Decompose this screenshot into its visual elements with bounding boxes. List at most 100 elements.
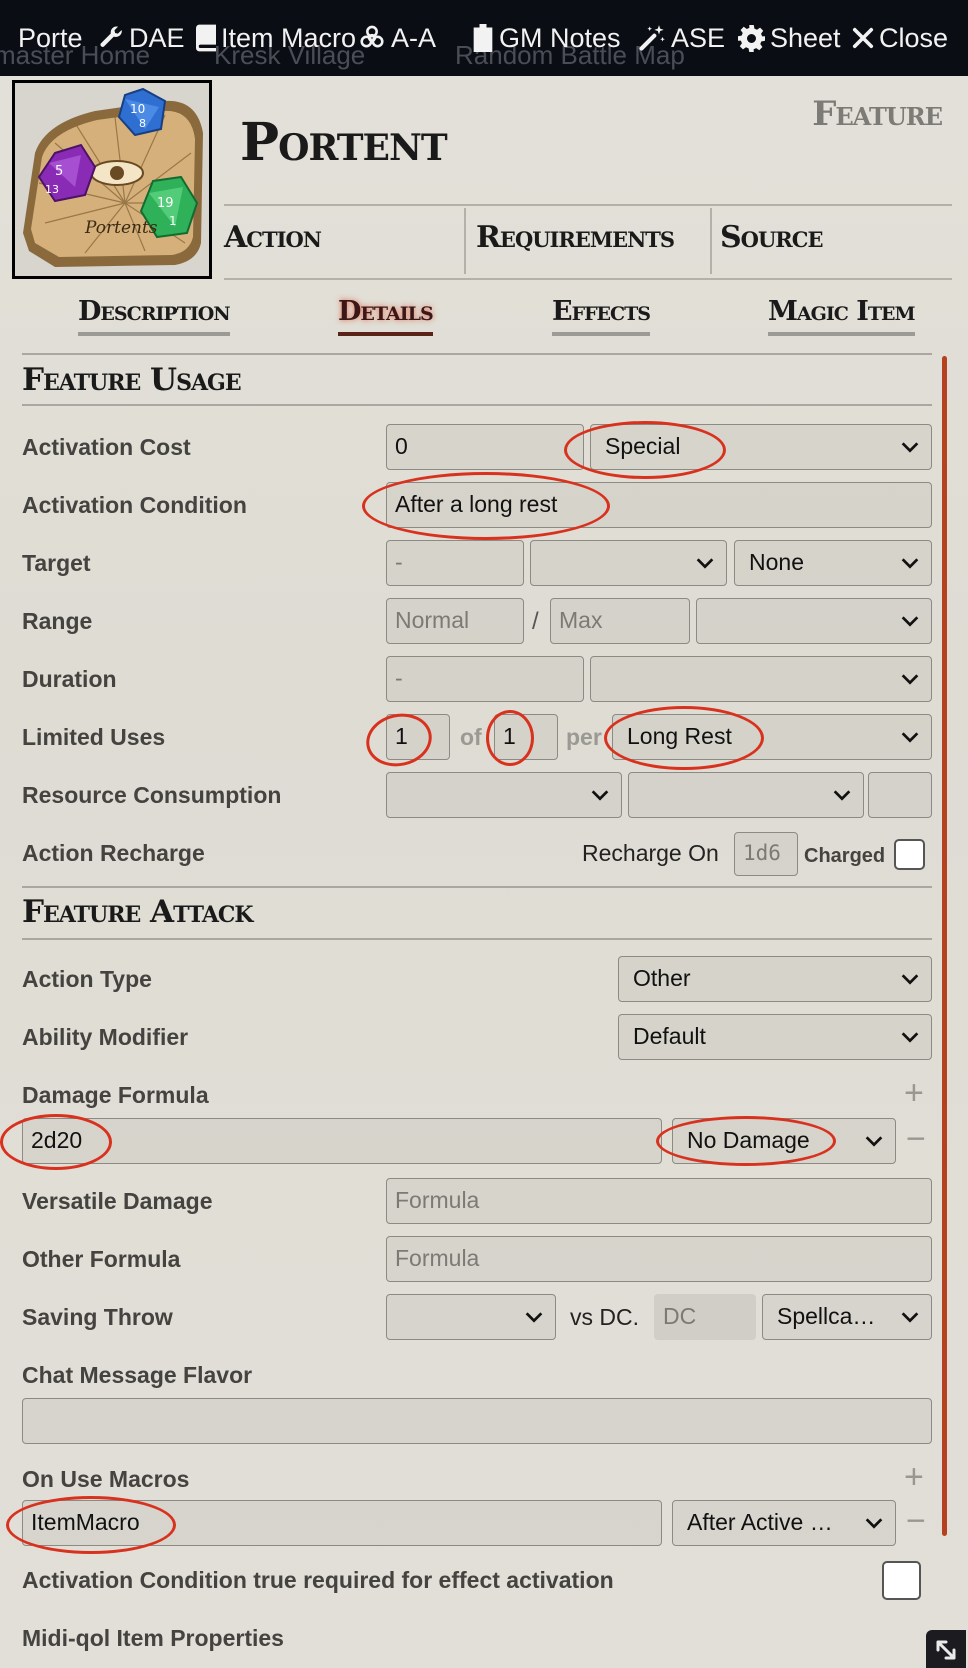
other-formula-input[interactable]: Formula bbox=[386, 1236, 932, 1282]
item-image[interactable]: 10 8 5 13 19 1 Portents bbox=[12, 80, 212, 279]
recharge-on-label: Recharge On bbox=[582, 840, 719, 866]
ability-modifier-label: Ability Modifier bbox=[22, 1024, 189, 1050]
tab-description[interactable]: Description bbox=[78, 296, 231, 336]
uses-of-label: of bbox=[460, 724, 482, 750]
ability-modifier-select[interactable]: Default bbox=[618, 1014, 932, 1060]
other-formula-label: Other Formula bbox=[22, 1246, 181, 1272]
resource-consumption-label: Resource Consumption bbox=[22, 782, 282, 808]
remove-damage-button[interactable]: − bbox=[906, 1122, 926, 1156]
item-macro-button[interactable]: Item Macro bbox=[196, 18, 356, 58]
book-icon bbox=[196, 24, 216, 52]
annotation-circle bbox=[564, 421, 726, 479]
on-use-macros-label: On Use Macros bbox=[22, 1466, 190, 1492]
window-header: master Home Kresk Village Random Battle … bbox=[0, 0, 968, 76]
range-label: Range bbox=[22, 608, 93, 634]
range-units-select[interactable] bbox=[696, 598, 932, 644]
tab-details[interactable]: Details bbox=[338, 296, 434, 336]
add-macro-button[interactable]: + bbox=[904, 1460, 924, 1494]
sheet-button[interactable]: Sheet bbox=[738, 18, 841, 58]
saving-throw-label: Saving Throw bbox=[22, 1304, 173, 1330]
summary-rule-top bbox=[224, 204, 952, 206]
duration-units-select[interactable] bbox=[590, 656, 932, 702]
scrollbar[interactable] bbox=[942, 356, 947, 1536]
chevron-down-icon bbox=[901, 1312, 919, 1323]
close-button[interactable]: Close bbox=[852, 18, 948, 58]
dae-button[interactable]: DAE bbox=[98, 18, 185, 58]
target-affects-select[interactable]: None bbox=[734, 540, 932, 586]
duration-value-input[interactable]: - bbox=[386, 656, 584, 702]
chevron-down-icon bbox=[901, 732, 919, 743]
remove-macro-button[interactable]: − bbox=[906, 1504, 926, 1538]
item-name[interactable]: Portent bbox=[240, 112, 448, 174]
target-type-select[interactable] bbox=[530, 540, 727, 586]
activation-cost-input[interactable]: 0 bbox=[386, 424, 584, 470]
target-value-input[interactable]: - bbox=[386, 540, 524, 586]
activation-required-label: Activation Condition true required for e… bbox=[22, 1567, 614, 1593]
action-type-label: Action Type bbox=[22, 966, 152, 992]
range-separator: / bbox=[532, 608, 539, 635]
svg-text:5: 5 bbox=[55, 164, 63, 179]
recharge-die-input[interactable]: 1d6 bbox=[734, 832, 798, 876]
consume-type-select[interactable] bbox=[386, 772, 622, 818]
range-normal-input[interactable]: Normal bbox=[386, 598, 524, 644]
chevron-down-icon bbox=[901, 974, 919, 985]
item-type: Feature bbox=[812, 94, 943, 134]
chevron-down-icon bbox=[901, 442, 919, 453]
svg-text:1: 1 bbox=[169, 214, 177, 228]
vs-dc-label: vs DC. bbox=[570, 1304, 639, 1330]
consume-target-select[interactable] bbox=[628, 772, 864, 818]
image-caption: Portents bbox=[84, 218, 158, 238]
tab-magic-item[interactable]: Magic Item bbox=[768, 296, 916, 336]
annotation-circle bbox=[604, 706, 764, 770]
resize-handle[interactable] bbox=[926, 1630, 966, 1668]
ase-button[interactable]: ASE bbox=[638, 18, 725, 58]
gear-icon bbox=[738, 24, 765, 52]
summary-requirements: Requirements bbox=[476, 220, 675, 255]
gm-notes-button[interactable]: GM Notes bbox=[472, 18, 621, 58]
chevron-down-icon bbox=[901, 616, 919, 627]
magic-wand-icon bbox=[639, 25, 665, 51]
chevron-down-icon bbox=[833, 790, 851, 801]
automated-animations-button[interactable]: A-A bbox=[358, 18, 436, 58]
annotation-circle bbox=[6, 1496, 176, 1554]
range-max-input[interactable]: Max bbox=[550, 598, 690, 644]
tabs-rule bbox=[22, 353, 932, 355]
tab-effects[interactable]: Effects bbox=[552, 296, 651, 336]
window-title: Porte bbox=[18, 23, 83, 53]
activation-cost-label: Activation Cost bbox=[22, 434, 191, 460]
svg-text:8: 8 bbox=[139, 117, 146, 130]
summary-source: Source bbox=[720, 220, 823, 255]
save-scaling-select[interactable]: Spellca… bbox=[762, 1294, 932, 1340]
duration-label: Duration bbox=[22, 666, 117, 692]
versatile-damage-input[interactable]: Formula bbox=[386, 1178, 932, 1224]
chat-flavor-label: Chat Message Flavor bbox=[22, 1362, 253, 1388]
add-damage-button[interactable]: + bbox=[904, 1076, 924, 1110]
consume-amount-input[interactable] bbox=[868, 772, 932, 818]
activation-required-checkbox[interactable] bbox=[882, 1561, 921, 1600]
close-icon bbox=[852, 27, 874, 49]
svg-text:10: 10 bbox=[130, 102, 145, 116]
section-heading-usage: Feature Usage bbox=[22, 362, 242, 398]
annotation-circle bbox=[0, 1114, 112, 1170]
chat-flavor-input[interactable] bbox=[22, 1398, 932, 1444]
annotation-circle bbox=[656, 1116, 836, 1166]
annotation-circle bbox=[486, 710, 534, 766]
macro-pass-select[interactable]: After Active … bbox=[672, 1500, 896, 1546]
target-label: Target bbox=[22, 550, 91, 576]
portent-dice-image: 10 8 5 13 19 1 Portents bbox=[23, 87, 203, 267]
save-ability-select[interactable] bbox=[386, 1294, 556, 1340]
uses-per-label: per bbox=[566, 724, 602, 750]
damage-formula-input[interactable]: 2d20 bbox=[22, 1118, 662, 1164]
charged-checkbox[interactable] bbox=[894, 839, 925, 870]
charged-label: Charged bbox=[804, 845, 886, 867]
action-type-select[interactable]: Other bbox=[618, 956, 932, 1002]
wrench-icon bbox=[100, 26, 122, 47]
damage-formula-label: Damage Formula bbox=[22, 1082, 209, 1108]
midi-properties-label: Midi-qol Item Properties bbox=[22, 1625, 284, 1651]
save-dc-input[interactable]: DC bbox=[654, 1294, 756, 1340]
summary-divider bbox=[464, 208, 466, 274]
activation-condition-label: Activation Condition bbox=[22, 492, 247, 518]
chevron-down-icon bbox=[865, 1136, 883, 1147]
biohazard-icon bbox=[360, 25, 384, 48]
chevron-down-icon bbox=[525, 1312, 543, 1323]
